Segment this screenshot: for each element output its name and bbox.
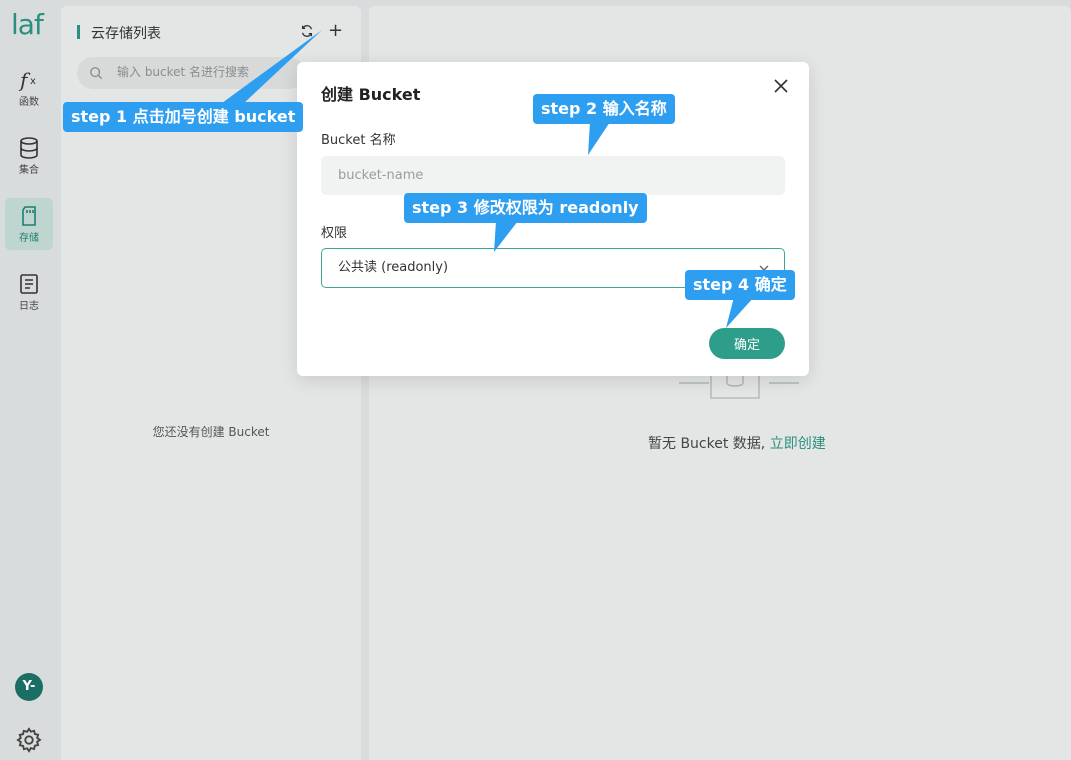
nav-label: 日志 <box>19 301 39 312</box>
database-icon <box>20 137 38 159</box>
callout-step2: step 2 输入名称 <box>533 94 675 124</box>
permission-value: 公共读 (readonly) <box>338 260 449 275</box>
nav-label: 存储 <box>19 233 39 244</box>
callout-step4: step 4 确定 <box>685 270 795 300</box>
nav-item-logs[interactable]: 日志 <box>5 266 53 318</box>
bucket-name-input[interactable] <box>321 156 785 195</box>
nav-label: 函数 <box>19 97 39 108</box>
svg-text:x: x <box>30 76 36 87</box>
nav-label: 集合 <box>19 165 39 176</box>
empty-bucket-text: 您还没有创建 Bucket <box>152 425 270 439</box>
storage-icon <box>22 206 36 226</box>
search-input[interactable] <box>117 65 297 79</box>
nav-item-storage[interactable]: 存储 <box>5 198 53 250</box>
close-icon[interactable] <box>771 76 791 96</box>
gear-icon[interactable] <box>15 726 43 754</box>
refresh-icon[interactable] <box>300 24 314 38</box>
callout-step3: step 3 修改权限为 readonly <box>404 193 647 223</box>
create-now-link[interactable]: 立即创建 <box>770 436 826 452</box>
title-accent-bar <box>77 25 80 39</box>
callout-step1: step 1 点击加号创建 bucket <box>63 102 304 132</box>
function-icon: fx <box>18 68 36 92</box>
nav-item-collections[interactable]: 集合 <box>5 130 53 182</box>
search-icon <box>90 67 103 80</box>
add-bucket-button[interactable]: + <box>328 20 343 41</box>
nav-item-functions[interactable]: fx 函数 <box>5 62 53 114</box>
bucket-name-label: Bucket 名称 <box>321 133 396 148</box>
search-box <box>77 57 305 89</box>
logo: laf <box>11 8 44 41</box>
log-icon <box>20 274 38 294</box>
main-empty-state: 暂无 Bucket 数据, 立即创建 <box>648 433 826 453</box>
panel-title: 云存储列表 <box>91 26 161 42</box>
confirm-button[interactable]: 确定 <box>709 328 785 359</box>
dialog-title: 创建 Bucket <box>321 85 421 104</box>
permission-label: 权限 <box>321 226 348 241</box>
left-nav: laf fx 函数 集合 存储 日志 Y- <box>0 0 57 760</box>
avatar[interactable]: Y- <box>15 673 43 701</box>
main-empty-text: 暂无 Bucket 数据, <box>648 436 766 452</box>
